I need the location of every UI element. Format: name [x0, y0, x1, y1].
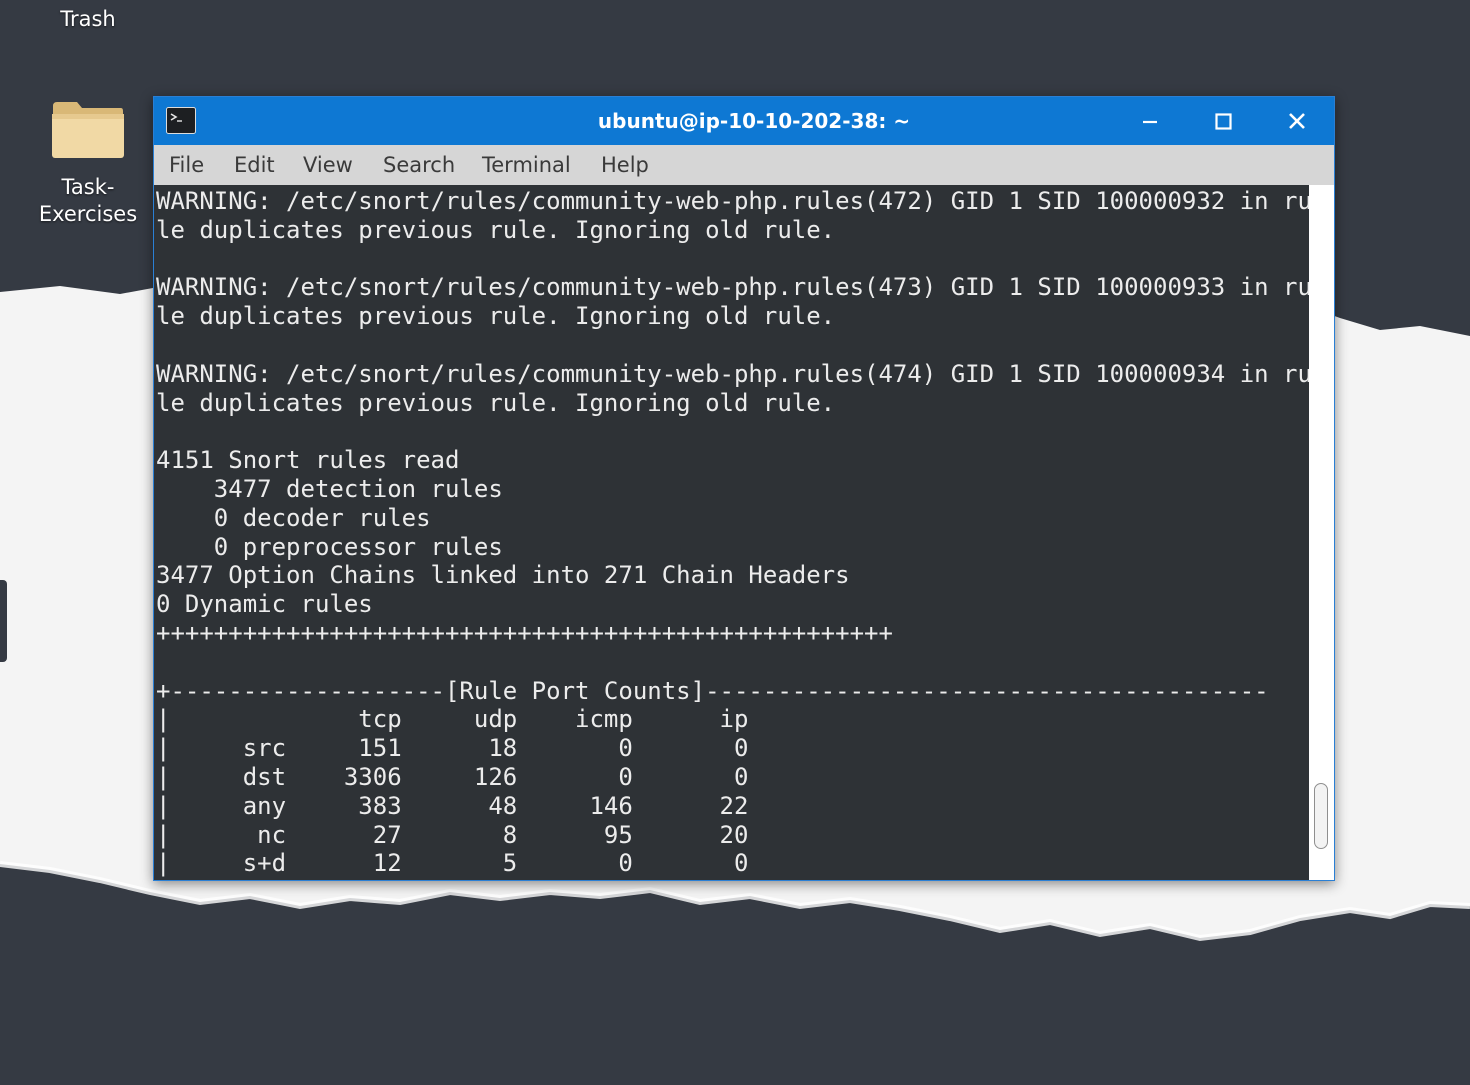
titlebar[interactable]: ubuntu@ip-10-10-202-38: ~ — [154, 97, 1334, 145]
terminal-window: ubuntu@ip-10-10-202-38: ~ File Edit View… — [153, 96, 1335, 881]
terminal-line: ++++++++++++++++++++++++++++++++++++++++… — [156, 618, 893, 647]
menu-view[interactable]: View — [299, 145, 357, 185]
terminal-line: 3477 Option Chains linked into 271 Chain… — [156, 561, 850, 590]
terminal-line: le duplicates previous rule. Ignoring ol… — [156, 215, 836, 244]
scrollbar-thumb[interactable] — [1314, 783, 1328, 849]
task-exercises-label: Task- Exercises — [38, 175, 138, 226]
menu-terminal[interactable]: Terminal — [478, 145, 575, 185]
terminal-line: | s+d 12 5 0 0 — [156, 849, 749, 878]
minimize-button[interactable] — [1134, 105, 1166, 137]
terminal-line: le duplicates previous rule. Ignoring ol… — [156, 388, 836, 417]
vertical-scrollbar[interactable] — [1309, 185, 1334, 880]
maximize-button[interactable] — [1207, 105, 1239, 137]
terminal-line: 0 decoder rules — [156, 503, 431, 532]
terminal-lines: WARNING: /etc/snort/rules/community-web-… — [156, 187, 1309, 878]
terminal-line: | dst 3306 126 0 0 — [156, 762, 749, 791]
trash-label: Trash — [60, 7, 116, 31]
terminal-line: WARNING: /etc/snort/rules/community-web-… — [156, 273, 1309, 302]
terminal-line: WARNING: /etc/snort/rules/community-web-… — [156, 359, 1309, 388]
terminal-line: 0 preprocessor rules — [156, 532, 503, 561]
terminal-line: 3477 detection rules — [156, 474, 503, 503]
terminal-line: 0 Dynamic rules — [156, 590, 373, 619]
minimize-icon — [1143, 120, 1157, 124]
terminal-line: | src 151 18 0 0 — [156, 734, 749, 763]
desktop-icon-task-exercises[interactable]: Task- Exercises — [28, 98, 148, 228]
terminal-line: WARNING: /etc/snort/rules/community-web-… — [156, 187, 1309, 215]
terminal-line: | any 383 48 146 22 — [156, 791, 749, 820]
terminal-line: | tcp udp icmp ip — [156, 705, 749, 734]
terminal-output[interactable]: WARNING: /etc/snort/rules/community-web-… — [154, 185, 1309, 880]
terminal-line: +-------------------[Rule Port Counts]--… — [156, 676, 1269, 705]
menu-bar: File Edit View Search Terminal Help — [154, 145, 1334, 185]
menu-help[interactable]: Help — [597, 145, 653, 185]
menu-search[interactable]: Search — [379, 145, 459, 185]
terminal-line: 4151 Snort rules read — [156, 446, 460, 475]
terminal-line: | nc 27 8 95 20 — [156, 820, 749, 849]
maximize-icon — [1215, 113, 1232, 130]
panel-edge-tab[interactable] — [0, 580, 7, 662]
menu-edit[interactable]: Edit — [230, 145, 279, 185]
window-title: ubuntu@ip-10-10-202-38: ~ — [597, 109, 911, 133]
desktop-icon-trash[interactable]: Trash — [30, 6, 146, 33]
terminal-line: le duplicates previous rule. Ignoring ol… — [156, 302, 836, 331]
folder-icon — [51, 98, 125, 160]
terminal-icon — [166, 107, 196, 134]
menu-file[interactable]: File — [165, 145, 208, 185]
close-icon — [1289, 113, 1305, 129]
close-button[interactable] — [1281, 105, 1313, 137]
